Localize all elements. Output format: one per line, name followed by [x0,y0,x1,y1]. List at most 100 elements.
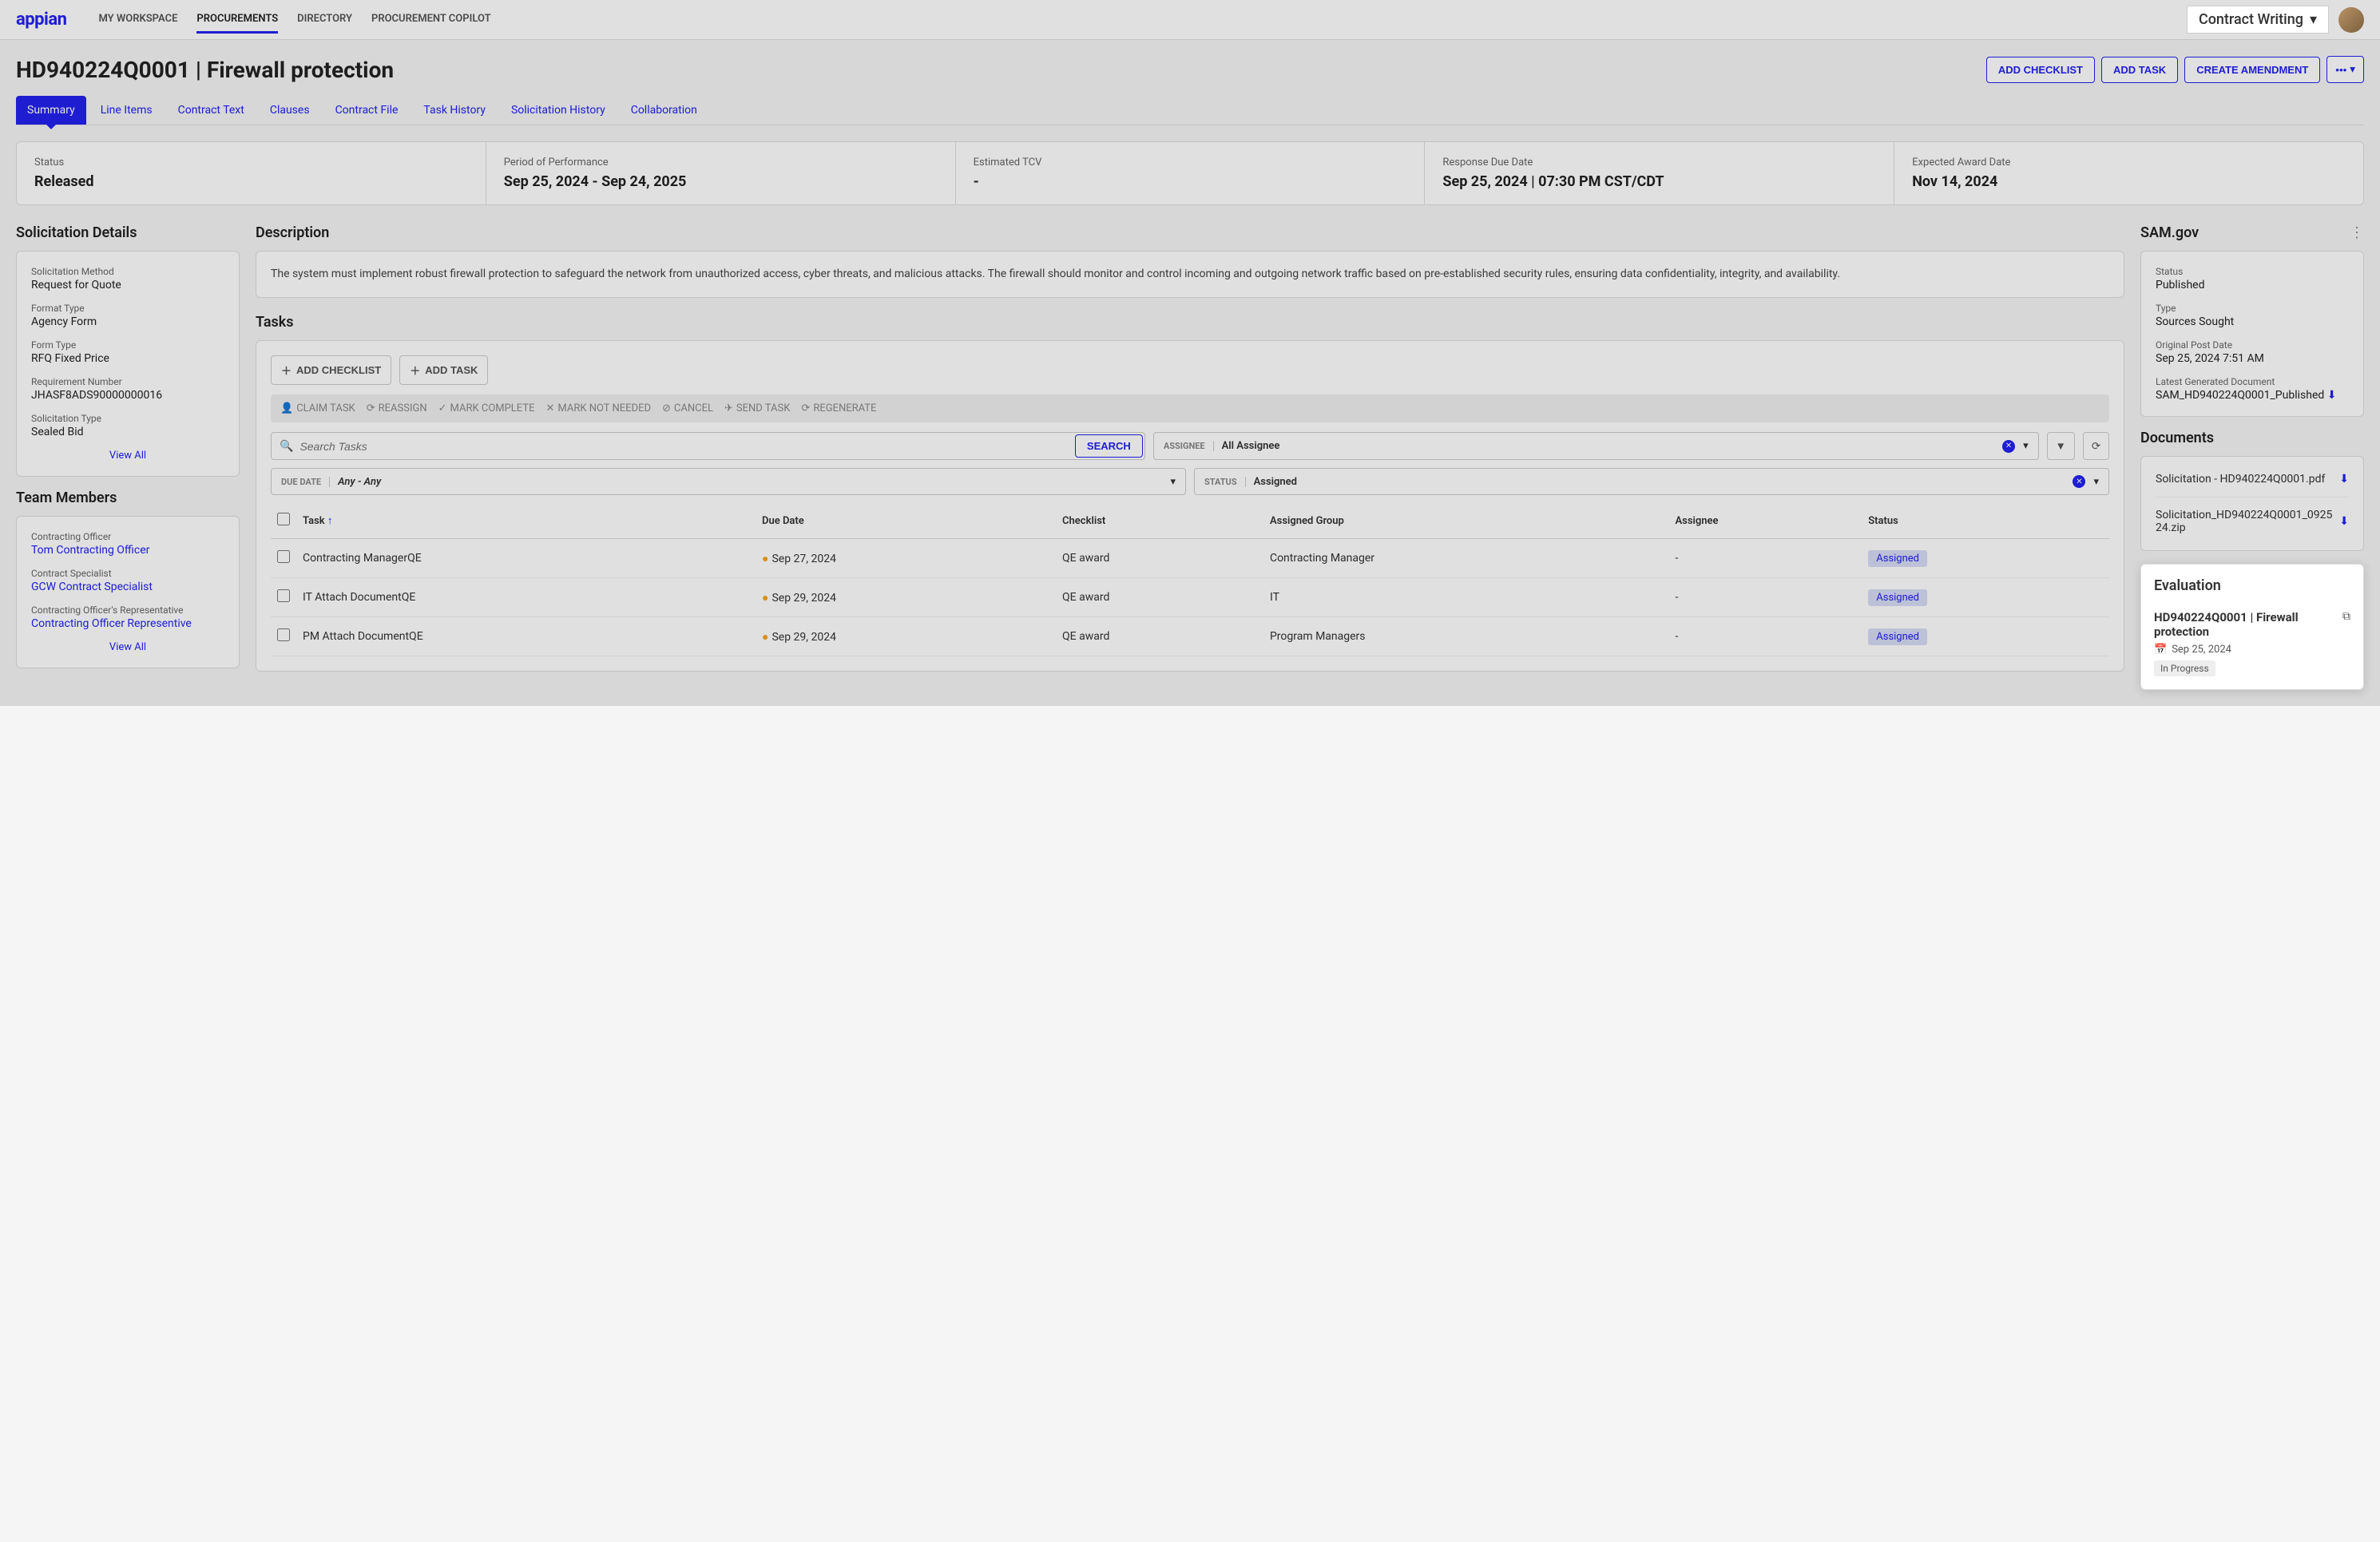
tcv-label: Estimated TCV [974,157,1407,168]
mark-not-needed[interactable]: ✕MARK NOT NEEDED [545,402,651,414]
create-amendment-button[interactable]: CREATE AMENDMENT [2184,57,2320,83]
status-value: Released [34,173,468,190]
reassign[interactable]: ⟳REASSIGN [367,402,427,414]
select-all-checkbox[interactable] [277,513,290,525]
tab-contract-file[interactable]: Contract File [324,96,410,125]
row-checkbox[interactable] [277,550,290,563]
tab-clauses[interactable]: Clauses [259,96,321,125]
tab-solicitation-history[interactable]: Solicitation History [500,96,617,125]
page-title: HD940224Q0001 | Firewall protection [16,57,394,83]
description-title: Description [256,224,2124,241]
download-icon[interactable]: ⬇ [2327,389,2337,402]
cancel[interactable]: ⊘CANCEL [662,402,713,414]
status-label: Status [34,157,468,168]
more-actions-button[interactable]: ••• ▾ [2326,56,2364,83]
tasks-add-checklist[interactable]: ＋ADD CHECKLIST [271,355,391,385]
clear-assignee-icon[interactable]: ✕ [2002,440,2015,453]
clear-status-icon[interactable]: ✕ [2073,475,2085,488]
caret-down-icon: ▾ [1170,476,1176,488]
team-rep-link[interactable]: Contracting Officer Representive [31,617,224,630]
filter-button[interactable]: ▼ [2047,432,2075,460]
nav-procurements[interactable]: PROCUREMENTS [196,6,278,34]
download-icon[interactable]: ⬇ [2339,473,2349,486]
nav-my-workspace[interactable]: MY WORKSPACE [98,6,177,34]
team-card: Contracting Officer Tom Contracting Offi… [16,516,240,668]
col-assignee[interactable]: Assignee [1668,503,1862,539]
task-name[interactable]: IT Attach DocumentQE [296,578,756,617]
task-name[interactable]: PM Attach DocumentQE [296,617,756,656]
caret-down-icon: ▾ [2310,11,2317,28]
sort-asc-icon: ↑ [327,515,333,527]
row-checkbox[interactable] [277,628,290,641]
col-group[interactable]: Assigned Group [1263,503,1669,539]
document-name: Solicitation_HD940224Q0001_092524.zip [2156,509,2339,534]
nav-copilot[interactable]: PROCUREMENT COPILOT [371,6,491,34]
solicitation-card: Solicitation Method Request for Quote Fo… [16,251,240,477]
task-assignee: - [1668,578,1862,617]
refresh-icon: ⟳ [367,402,375,414]
document-row: Solicitation_HD940224Q0001_092524.zip ⬇ [2156,497,2349,545]
logo: appian [16,10,66,30]
avatar[interactable] [2338,7,2364,33]
col-due[interactable]: Due Date [756,503,1056,539]
external-link-icon[interactable]: ⧉ [2342,610,2350,623]
search-tasks[interactable]: 🔍 SEARCH [271,432,1145,460]
response-value: Sep 25, 2024 | 07:30 PM CST/CDT [1442,173,1876,190]
send-task[interactable]: ✈SEND TASK [724,402,790,414]
row-checkbox[interactable] [277,589,290,602]
tab-task-history[interactable]: Task History [412,96,497,125]
task-checklist: QE award [1056,539,1263,578]
bulk-actions: 👤CLAIM TASK ⟳REASSIGN ✓MARK COMPLETE ✕MA… [271,394,2109,422]
warning-icon: ● [762,592,768,605]
tasks-add-task[interactable]: ＋ADD TASK [399,355,488,385]
table-row: IT Attach DocumentQE ●Sep 29, 2024 QE aw… [271,578,2109,617]
claim-task[interactable]: 👤CLAIM TASK [280,402,355,414]
warning-icon: ● [762,631,768,644]
add-task-button[interactable]: ADD TASK [2101,57,2178,83]
download-icon[interactable]: ⬇ [2339,515,2349,528]
tabs: Summary Line Items Contract Text Clauses… [16,96,2364,125]
add-checklist-button[interactable]: ADD CHECKLIST [1986,57,2095,83]
tasks-panel: ＋ADD CHECKLIST ＋ADD TASK 👤CLAIM TASK ⟳RE… [256,340,2124,672]
task-name[interactable]: Contracting ManagerQE [296,539,756,578]
tab-collaboration[interactable]: Collaboration [620,96,708,125]
tab-line-items[interactable]: Line Items [89,96,164,125]
response-label: Response Due Date [1442,157,1876,168]
top-nav: appian MY WORKSPACE PROCUREMENTS DIRECTO… [0,0,2380,40]
filter-icon: ▼ [2056,440,2066,452]
team-view-all[interactable]: View All [31,641,224,653]
search-icon: 🔍 [280,440,293,453]
regenerate[interactable]: ⟳REGENERATE [801,402,876,414]
stats-bar: StatusReleased Period of PerformanceSep … [16,141,2364,205]
tab-contract-text[interactable]: Contract Text [167,96,256,125]
col-task[interactable]: Task ↑ [296,503,756,539]
tab-summary[interactable]: Summary [16,96,86,125]
nav-directory[interactable]: DIRECTORY [297,6,352,34]
team-officer-link[interactable]: Tom Contracting Officer [31,544,224,557]
plus-icon: ＋ [281,363,292,378]
mark-complete[interactable]: ✓MARK COMPLETE [438,402,535,414]
user-plus-icon: 👤 [280,402,293,414]
solicitation-view-all[interactable]: View All [31,450,224,462]
filter-duedate[interactable]: DUE DATE Any - Any ▾ [271,468,1186,495]
status-badge: Assigned [1868,550,1927,567]
team-specialist-link[interactable]: GCW Contract Specialist [31,581,224,593]
task-assignee: - [1668,539,1862,578]
send-icon: ✈ [724,402,733,414]
search-button[interactable]: SEARCH [1075,434,1143,458]
col-status[interactable]: Status [1862,503,2109,539]
status-badge: Assigned [1868,589,1927,606]
col-checklist[interactable]: Checklist [1056,503,1263,539]
search-input[interactable] [293,434,1073,459]
task-assignee: - [1668,617,1862,656]
award-value: Nov 14, 2024 [1912,173,2346,190]
regen-icon: ⟳ [801,402,810,414]
filter-assignee[interactable]: ASSIGNEE All Assignee ✕ ▾ [1153,432,2039,460]
x-icon: ✕ [545,402,554,414]
evaluation-name[interactable]: HD940224Q0001 | Firewall protection [2154,610,2342,639]
refresh-button[interactable]: ⟳ [2083,432,2109,460]
filter-status[interactable]: STATUS Assigned ✕ ▾ [1194,468,2109,495]
ellipsis-icon: ••• [2335,64,2346,76]
sam-menu-icon[interactable]: ⋮ [2350,224,2364,241]
contract-writing-dropdown[interactable]: Contract Writing ▾ [2187,6,2329,34]
